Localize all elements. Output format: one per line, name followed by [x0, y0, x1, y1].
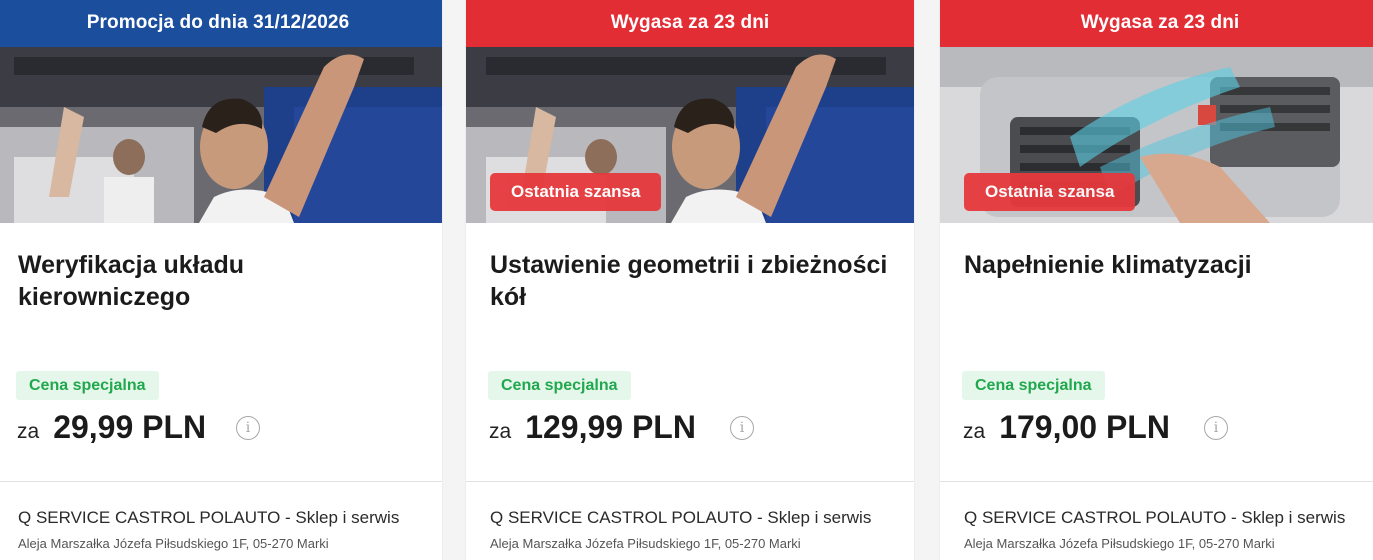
- shop-address: Aleja Marszałka Józefa Piłsudskiego 1F, …: [964, 536, 1275, 551]
- service-title: Napełnienie klimatyzacji: [964, 251, 1252, 279]
- card-body: Ustawienie geometrii i zbieżności kół Ce…: [466, 223, 914, 481]
- price-row: za 179,00 PLN: [963, 409, 1170, 449]
- shop-name: Q SERVICE CASTROL POLAUTO - Sklep i serw…: [964, 508, 1346, 527]
- last-chance-badge: Ostatnia szansa: [490, 173, 662, 211]
- price-value: 179,00 PLN: [999, 409, 1170, 445]
- shop-name: Q SERVICE CASTROL POLAUTO - Sklep i serw…: [18, 508, 400, 527]
- mechanic-photo: Ostatnia szansa: [466, 47, 914, 223]
- price-value: 129,99 PLN: [525, 409, 696, 445]
- special-price-badge: Cena specjalna: [962, 371, 1105, 400]
- price-prefix: za: [17, 420, 40, 443]
- price-value: 29,99 PLN: [53, 409, 207, 445]
- info-icon[interactable]: i: [236, 416, 260, 440]
- offer-card[interactable]: Wygasa za 23 dni Ostatnia szansa Ustawie…: [466, 0, 914, 560]
- mechanic-photo: [0, 47, 442, 223]
- special-price-badge: Cena specjalna: [488, 371, 631, 400]
- last-chance-badge: Ostatnia szansa: [964, 173, 1136, 211]
- info-icon[interactable]: i: [1204, 416, 1228, 440]
- promo-banner: Promocja do dnia 31/12/2026: [0, 0, 442, 47]
- price-row: za 29,99 PLN: [17, 409, 206, 449]
- price-prefix: za: [489, 420, 512, 443]
- offer-cards: Promocja do dnia 31/12/2026 Weryfikacja: [0, 0, 1373, 560]
- expiry-banner: Wygasa za 23 dni: [940, 0, 1373, 47]
- card-body: Weryfikacja układu kierowniczego Cena sp…: [0, 223, 442, 481]
- offer-card[interactable]: Wygasa za 23 dni Ostatnia szansa Napełni…: [940, 0, 1373, 560]
- offer-card[interactable]: Promocja do dnia 31/12/2026 Weryfikacja: [0, 0, 442, 560]
- service-title: Weryfikacja układu kierowniczego: [18, 251, 245, 311]
- price-row: za 129,99 PLN: [489, 409, 696, 449]
- service-title: Ustawienie geometrii i zbieżności kół: [490, 251, 888, 311]
- shop-address: Aleja Marszałka Józefa Piłsudskiego 1F, …: [490, 536, 801, 551]
- shop-address: Aleja Marszałka Józefa Piłsudskiego 1F, …: [18, 536, 329, 551]
- price-prefix: za: [963, 420, 986, 443]
- card-body: Napełnienie klimatyzacji Cena specjalna …: [940, 223, 1373, 481]
- info-icon[interactable]: i: [730, 416, 754, 440]
- shop-name: Q SERVICE CASTROL POLAUTO - Sklep i serw…: [490, 508, 872, 527]
- special-price-badge: Cena specjalna: [16, 371, 159, 400]
- air-vent-photo: Ostatnia szansa: [940, 47, 1373, 223]
- expiry-banner: Wygasa za 23 dni: [466, 0, 914, 47]
